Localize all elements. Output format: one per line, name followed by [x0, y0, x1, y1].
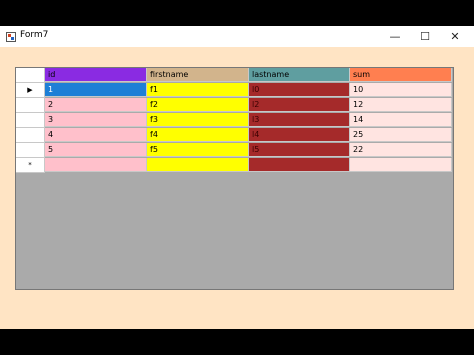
- column-header-id[interactable]: id: [45, 68, 147, 82]
- table-row[interactable]: 4 f4 l4 25: [16, 128, 452, 143]
- new-row-indicator-icon[interactable]: *: [16, 158, 45, 173]
- cell-lastname[interactable]: l0: [249, 83, 350, 97]
- table-row[interactable]: 3 f3 l3 14: [16, 113, 452, 128]
- cell-id[interactable]: 3: [45, 113, 147, 127]
- cell-firstname[interactable]: f3: [147, 113, 249, 127]
- table-row[interactable]: 2 f2 l2 12: [16, 98, 452, 113]
- cell-sum[interactable]: 12: [350, 98, 452, 112]
- cell-firstname[interactable]: f2: [147, 98, 249, 112]
- cell-sum[interactable]: 14: [350, 113, 452, 127]
- column-header-lastname[interactable]: lastname: [249, 68, 350, 82]
- window-title: Form7: [20, 30, 49, 40]
- cell-id[interactable]: 1: [45, 83, 147, 97]
- cell-id-new[interactable]: [45, 158, 147, 172]
- column-header-row: id firstname lastname sum: [16, 68, 452, 83]
- cell-id[interactable]: 4: [45, 128, 147, 142]
- table-row[interactable]: ▶ 1 f1 l0 10: [16, 83, 452, 98]
- column-header-sum[interactable]: sum: [350, 68, 452, 82]
- row-header[interactable]: [16, 128, 45, 143]
- row-header[interactable]: [16, 143, 45, 158]
- new-row[interactable]: *: [16, 158, 452, 173]
- cell-firstname[interactable]: f1: [147, 83, 249, 97]
- cell-lastname-new[interactable]: [249, 158, 350, 172]
- title-bar[interactable]: Form7 — ☐ ✕: [0, 26, 474, 47]
- close-icon: ✕: [450, 30, 460, 43]
- cell-sum-new[interactable]: [350, 158, 452, 172]
- cell-sum[interactable]: 10: [350, 83, 452, 97]
- cell-firstname-new[interactable]: [147, 158, 249, 172]
- column-header-firstname[interactable]: firstname: [147, 68, 249, 82]
- row-header[interactable]: [16, 98, 45, 113]
- cell-firstname[interactable]: f4: [147, 128, 249, 142]
- current-row-indicator-icon[interactable]: ▶: [16, 83, 45, 98]
- cell-sum[interactable]: 25: [350, 128, 452, 142]
- table-row[interactable]: 5 f5 l5 22: [16, 143, 452, 158]
- cell-id[interactable]: 5: [45, 143, 147, 157]
- maximize-icon: ☐: [420, 30, 430, 43]
- cell-lastname[interactable]: l5: [249, 143, 350, 157]
- row-header[interactable]: [16, 113, 45, 128]
- form-app-icon: [6, 32, 16, 42]
- cell-lastname[interactable]: l4: [249, 128, 350, 142]
- cell-id[interactable]: 2: [45, 98, 147, 112]
- maximize-button[interactable]: ☐: [410, 26, 440, 47]
- cell-sum[interactable]: 22: [350, 143, 452, 157]
- minimize-button[interactable]: —: [380, 26, 410, 47]
- cell-lastname[interactable]: l3: [249, 113, 350, 127]
- minimize-icon: —: [389, 30, 401, 43]
- close-button[interactable]: ✕: [440, 26, 470, 47]
- data-grid-view[interactable]: id firstname lastname sum ▶ 1 f1 l0 10 2…: [15, 67, 454, 290]
- cell-firstname[interactable]: f5: [147, 143, 249, 157]
- top-left-header-cell[interactable]: [16, 68, 45, 83]
- cell-lastname[interactable]: l2: [249, 98, 350, 112]
